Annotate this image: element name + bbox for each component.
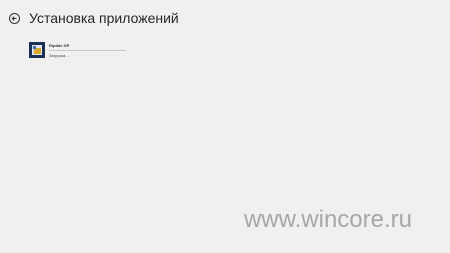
app-status: Загрузка… [49, 53, 70, 58]
install-progress-bar [49, 50, 126, 51]
back-button[interactable] [9, 13, 20, 24]
app-name: Riptide GP [49, 43, 70, 48]
page-title: Установка приложений [29, 10, 179, 26]
app-install-item[interactable]: Riptide GP Загрузка… [29, 42, 126, 60]
back-arrow-icon [11, 16, 17, 21]
app-tile-icon [29, 42, 45, 58]
watermark: www.wincore.ru [243, 206, 412, 233]
